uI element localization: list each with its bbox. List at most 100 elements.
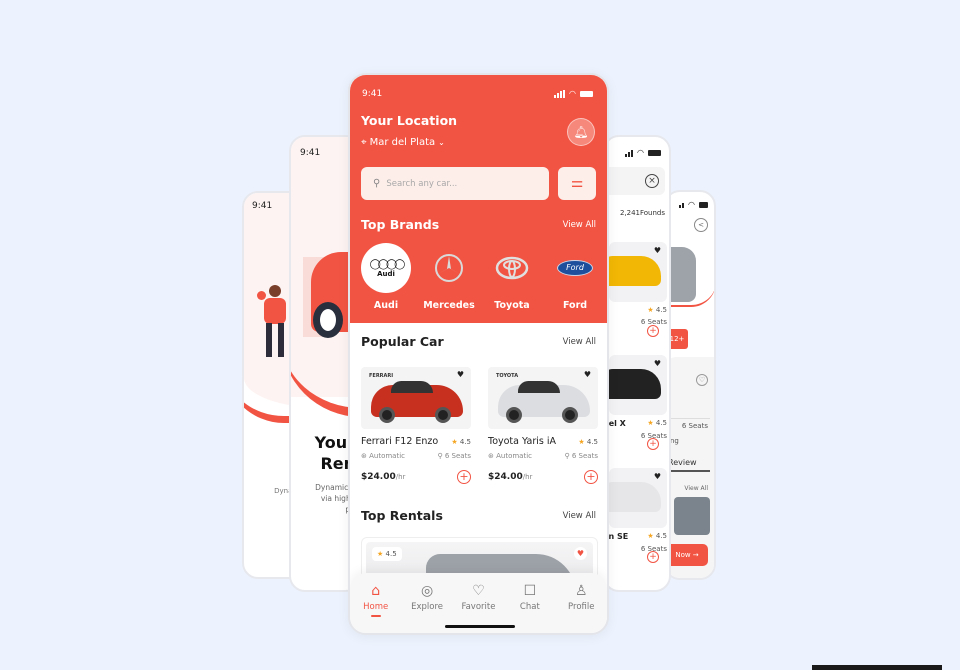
person-illustration-legs <box>266 323 284 357</box>
heart-icon: ♡ <box>472 583 485 599</box>
transmission-info: ⊛ Automatic <box>361 452 406 460</box>
result-card[interactable]: ♥ ★ 4.5 6 Seats <box>609 242 667 326</box>
heart-icon[interactable]: ♥ <box>654 359 661 368</box>
map-pin-icon: ⌖ <box>361 137 367 148</box>
notification-bell-button[interactable]: 🔔︎ <box>567 118 595 146</box>
seats-info: ⚲ 6 Seats <box>437 452 472 460</box>
popular-view-all-link[interactable]: View All <box>563 337 596 347</box>
battery-icon <box>580 91 593 97</box>
add-button[interactable]: + <box>647 551 659 563</box>
add-button[interactable]: + <box>647 438 659 450</box>
brand-tag: FERRARI <box>369 373 394 379</box>
clear-search-icon[interactable]: × <box>645 174 659 188</box>
brands-view-all-link[interactable]: View All <box>563 220 596 230</box>
add-button[interactable]: + <box>584 470 598 484</box>
book-now-button[interactable]: Now → <box>666 544 708 566</box>
decorative-ring <box>666 282 714 307</box>
onboarding-description: Dynamicallvia high splu <box>315 483 357 514</box>
bottom-edge-bar <box>812 665 942 670</box>
search-placeholder: Search any car... <box>386 178 458 189</box>
heart-icon[interactable]: ♥ <box>654 246 661 255</box>
seat-icon: ⚲ <box>564 452 570 460</box>
battery-icon <box>699 202 708 208</box>
brand-tag: TOYOTA <box>496 373 519 379</box>
location-title: Your Location <box>361 113 458 128</box>
seat-icon: ⚲ <box>437 452 443 460</box>
brand-ford[interactable]: Ford Ford <box>547 243 603 311</box>
rentals-view-all-link[interactable]: View All <box>563 511 596 521</box>
heart-icon[interactable]: ♥ <box>584 370 591 379</box>
car-detail-screen: ◠ < 12+ ♡ 6 Seats ing Review View All No… <box>664 190 716 580</box>
status-time: 9:41 <box>252 201 273 211</box>
toyota-logo-icon <box>487 243 537 293</box>
popular-header: Popular Car View All <box>361 334 596 349</box>
person-illustration-head <box>269 285 281 297</box>
view-all-link[interactable]: View All <box>684 485 708 492</box>
add-button[interactable]: + <box>457 470 471 484</box>
wifi-icon: ◠ <box>688 200 695 209</box>
popular-car-list: FERRARI ♥ Ferrari F12 Enzo ★ 4.5 ⊛ Autom… <box>361 367 598 484</box>
chevron-down-icon: ⌄ <box>438 138 445 147</box>
home-icon: ⌂ <box>371 583 381 599</box>
search-icon: ⚲ <box>373 178 381 189</box>
top-rentals-title: Top Rentals <box>361 508 443 523</box>
signal-icon <box>625 149 634 157</box>
mercedes-logo-icon <box>424 243 474 293</box>
car-price: $24.00/hr <box>361 472 406 482</box>
status-icons: ◠ <box>554 90 593 98</box>
profile-icon: ♙ <box>574 583 588 599</box>
star-icon: ★ <box>647 306 654 314</box>
result-card[interactable]: ♥ on SE ★ 4.5 6 Seats <box>605 468 667 553</box>
brand-audi[interactable]: ◯◯◯◯ Audi Audi <box>358 243 414 311</box>
favorite-icon[interactable]: ♡ <box>696 374 708 386</box>
tab-home[interactable]: ⌂ Home <box>354 583 398 633</box>
battery-icon <box>648 150 661 156</box>
add-button[interactable]: + <box>647 325 659 337</box>
brand-mercedes[interactable]: Mercedes <box>421 243 477 311</box>
car-image <box>609 482 661 512</box>
tab-profile[interactable]: ♙ Profile <box>559 583 603 633</box>
signal-icon <box>554 90 566 98</box>
heart-icon[interactable]: ♥ <box>457 370 464 379</box>
review-photo[interactable] <box>674 497 710 535</box>
car-card[interactable]: TOYOTA ♥ Toyota Yaris iA ★ 4.5 ⊛ Automat… <box>488 367 598 484</box>
brand-list: ◯◯◯◯ Audi Audi Mercedes Toyota Ford Ford <box>358 243 603 311</box>
result-card[interactable]: ♥ del X ★ 4.5 6 Seats <box>605 355 667 440</box>
filter-button[interactable]: ⚌ <box>558 167 596 200</box>
seats-info: 6 Seats <box>640 318 667 326</box>
home-screen: 9:41 ◠ Your Location ⌖ Mar del Plata ⌄ 🔔… <box>348 73 609 635</box>
brand-toyota[interactable]: Toyota <box>484 243 540 311</box>
chat-icon: ☐ <box>523 583 537 599</box>
search-input[interactable]: ⚲ Search any car... <box>361 167 549 200</box>
home-indicator <box>445 625 515 628</box>
top-brands-title: Top Brands <box>361 217 440 232</box>
rental-rating: ★ 4.5 <box>372 547 402 561</box>
gear-icon: ⊛ <box>361 452 367 460</box>
brand-name: Ford <box>562 300 588 311</box>
location-selector[interactable]: ⌖ Mar del Plata ⌄ <box>361 137 445 148</box>
seats-info: 6 Seats <box>681 422 708 430</box>
car-rating: ★ 4.5 <box>451 437 471 446</box>
bottom-tab-bar: ⌂ Home ◎ Explore ♡ Favorite ☐ Chat ♙ Pro… <box>350 573 607 633</box>
transmission-info: ⊛ Automatic <box>488 452 533 460</box>
brand-name: Toyota <box>494 300 530 311</box>
car-name: Toyota Yaris iA <box>488 436 556 447</box>
compass-icon: ◎ <box>420 583 434 599</box>
car-image <box>609 256 661 286</box>
car-rating: ★ 4.5 <box>578 437 598 446</box>
top-rentals-header: Top Rentals View All <box>361 508 596 523</box>
tab-review[interactable]: Review <box>668 458 710 472</box>
car-card[interactable]: FERRARI ♥ Ferrari F12 Enzo ★ 4.5 ⊛ Autom… <box>361 367 471 484</box>
share-icon[interactable]: < <box>694 218 708 232</box>
car-image <box>609 369 661 399</box>
car-price: $24.00/hr <box>488 472 533 482</box>
heart-icon[interactable]: ♥ <box>654 472 661 481</box>
tab-explore[interactable]: ◎ Explore <box>405 583 449 633</box>
status-icons: ◠ <box>679 201 708 209</box>
status-time: 9:41 <box>300 148 321 158</box>
person-illustration-body <box>264 298 286 324</box>
wifi-icon: ◠ <box>569 89 576 98</box>
brand-name: Audi <box>373 300 399 311</box>
location-city: Mar del Plata <box>369 137 436 148</box>
heart-icon[interactable]: ♥ <box>574 547 587 560</box>
